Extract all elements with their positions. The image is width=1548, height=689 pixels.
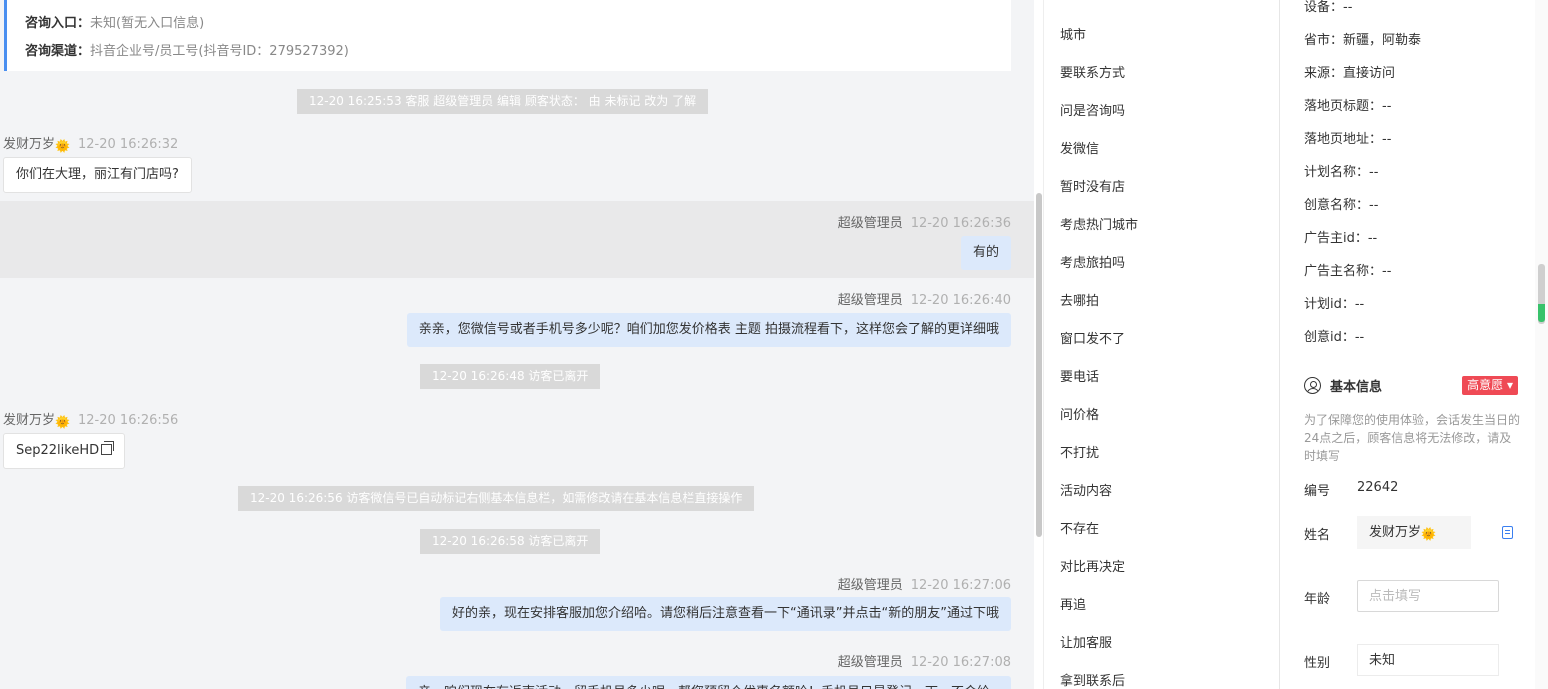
consult-channel-row: 咨询渠道：抖音企业号/员工号(抖音号ID：279527392) — [25, 38, 1011, 66]
name-value: 发财万岁 — [1369, 525, 1422, 540]
quick-reply-item[interactable]: 拿到联系后 — [1060, 670, 1125, 689]
quick-reply-item[interactable]: 问价格 — [1060, 404, 1099, 423]
attr-plan-name: 计划名称：-- — [1304, 165, 1379, 180]
copy-icon[interactable] — [101, 441, 115, 455]
consult-entry-row: 咨询入口：未知(暂无入口信息) — [25, 10, 1011, 38]
basic-info-title: 基本信息 — [1330, 380, 1383, 395]
quick-reply-item[interactable]: 发微信 — [1060, 138, 1099, 157]
outgoing-message-bubble[interactable]: 有的 — [960, 236, 1011, 270]
consult-channel-value: 抖音企业号/员工号(抖音号ID：279527392) — [90, 44, 349, 59]
quick-reply-item[interactable]: 再追 — [1060, 594, 1086, 613]
message-sender: 超级管理员 12-20 16:27:06 — [838, 574, 1011, 593]
gender-select[interactable]: 未知 — [1357, 644, 1499, 676]
age-label: 年龄 — [1304, 592, 1331, 607]
consult-channel-label: 咨询渠道： — [25, 44, 91, 59]
gender-label: 性别 — [1304, 656, 1331, 671]
message-sender: 发财万岁🌞 12-20 16:26:32 — [3, 133, 178, 154]
name-field[interactable]: 发财万岁🌞 — [1357, 516, 1471, 549]
system-message: 12-20 16:26:58 访客已离开 — [420, 529, 601, 554]
chat-panel: 咨询入口：未知(暂无入口信息) 咨询渠道：抖音企业号/员工号(抖音号ID：279… — [0, 0, 1034, 689]
sender-name: 发财万岁 — [3, 413, 56, 428]
quick-reply-item[interactable]: 对比再决定 — [1060, 556, 1125, 575]
sender-name: 发财万岁 — [3, 137, 56, 152]
sender-name: 超级管理员 — [837, 216, 903, 231]
outgoing-message-bubble[interactable]: 亲亲，您微信号或者手机号多少呢？咱们加您发价格表 主题 拍摄流程看下，这样您会了… — [406, 313, 1011, 347]
quick-reply-item[interactable]: 考虑热门城市 — [1060, 214, 1138, 233]
consult-entry-label: 咨询入口： — [25, 16, 91, 31]
attr-device: 设备：-- — [1304, 0, 1353, 15]
consult-entry-value: 未知(暂无入口信息) — [90, 16, 205, 31]
message-time: 12-20 16:26:56 — [78, 413, 179, 428]
sender-name: 超级管理员 — [837, 578, 903, 593]
edit-notice: 为了保障您的使用体验，会话发生当日的24点之后，顾客信息将无法修改，请及时填写 — [1304, 413, 1521, 463]
quick-reply-item[interactable]: 去哪拍 — [1060, 290, 1099, 309]
quick-reply-item[interactable]: 考虑旅拍吗 — [1060, 252, 1125, 271]
system-message: 12-20 16:25:53 客服 超级管理员 编辑 顾客状态： 由 未标记 改… — [297, 89, 709, 114]
incoming-message-bubble[interactable]: Sep22likeHD — [3, 433, 126, 469]
sender-name: 超级管理员 — [837, 655, 903, 670]
attr-plan-id: 计划id：-- — [1304, 297, 1365, 312]
message-time: 12-20 16:27:08 — [910, 655, 1011, 670]
number-value: 22642 — [1357, 480, 1399, 495]
consult-info-card: 咨询入口：未知(暂无入口信息) 咨询渠道：抖音企业号/员工号(抖音号ID：279… — [4, 0, 1011, 71]
chat-scrollbar[interactable] — [1036, 193, 1042, 537]
sun-emoji-icon: 🌞 — [55, 415, 70, 429]
attr-creative-id: 创意id：-- — [1304, 330, 1365, 345]
wechat-id-text: Sep22likeHD — [16, 443, 100, 458]
quick-reply-item[interactable]: 不打扰 — [1060, 442, 1099, 461]
copy-name-icon[interactable] — [1502, 526, 1513, 539]
outgoing-message-bubble[interactable]: 亲，咱们现在有返南活动，留手机号多少呢，帮您预留个优惠名额哈！手机号只是登记一下… — [406, 676, 1011, 689]
quick-reply-item[interactable]: 城市 — [1060, 24, 1086, 43]
age-input[interactable] — [1357, 580, 1499, 612]
scroll-position-indicator — [1538, 304, 1545, 322]
quick-reply-item[interactable]: 窗口发不了 — [1060, 328, 1125, 347]
attr-landing-title: 落地页标题：-- — [1304, 99, 1392, 114]
panel-scrollbar-track — [1535, 0, 1548, 689]
quick-reply-item[interactable]: 要电话 — [1060, 366, 1099, 385]
sun-emoji-icon: 🌞 — [55, 139, 70, 153]
message-time: 12-20 16:27:06 — [910, 578, 1011, 593]
quick-reply-item[interactable]: 不存在 — [1060, 518, 1099, 537]
incoming-message-bubble[interactable]: 你们在大理，丽江有门店吗? — [3, 157, 192, 193]
attr-creative-name: 创意名称：-- — [1304, 198, 1379, 213]
sender-name: 超级管理员 — [837, 293, 903, 308]
attr-source: 来源：直接访问 — [1304, 66, 1396, 81]
quick-reply-item[interactable]: 活动内容 — [1060, 480, 1112, 499]
attr-landing-url: 落地页地址：-- — [1304, 132, 1392, 147]
system-message: 12-20 16:26:48 访客已离开 — [420, 364, 601, 389]
quick-reply-item[interactable]: 让加客服 — [1060, 632, 1112, 651]
message-sender: 超级管理员 12-20 16:27:08 — [838, 651, 1011, 670]
quick-reply-list: 城市 要联系方式 问是咨询吗 发微信 暂时没有店 考虑热门城市 考虑旅拍吗 去哪… — [1043, 0, 1277, 689]
system-message: 12-20 16:26:56 访客微信号已自动标记右侧基本信息栏，如需修改请在基… — [238, 486, 755, 511]
basic-info-header: 基本信息 高意愿 ▾ — [1304, 376, 1518, 396]
message-time: 12-20 16:26:36 — [910, 216, 1011, 231]
quick-reply-item[interactable]: 问是咨询吗 — [1060, 100, 1125, 119]
message-sender: 超级管理员 12-20 16:26:40 — [838, 289, 1011, 308]
attr-advertiser-id: 广告主id：-- — [1304, 231, 1378, 246]
quick-reply-item[interactable]: 暂时没有店 — [1060, 176, 1125, 195]
message-sender: 超级管理员 12-20 16:26:36 — [838, 212, 1011, 231]
intent-level-dropdown[interactable]: 高意愿 ▾ — [1462, 376, 1518, 395]
number-label: 编号 — [1304, 484, 1331, 499]
outgoing-message-bubble[interactable]: 好的亲，现在安排客服加您介绍哈。请您稍后注意查看一下“通讯录”并点击“新的朋友”… — [440, 597, 1011, 631]
attr-advertiser-name: 广告主名称：-- — [1304, 264, 1392, 279]
user-circle-icon — [1304, 377, 1321, 394]
quick-reply-item[interactable]: 要联系方式 — [1060, 62, 1125, 81]
sun-emoji-icon: 🌞 — [1421, 527, 1436, 541]
message-time: 12-20 16:26:32 — [78, 137, 179, 152]
message-time: 12-20 16:26:40 — [910, 293, 1011, 308]
customer-info-panel: 设备：-- 省市：新疆，阿勒泰 来源：直接访问 落地页标题：-- 落地页地址：-… — [1279, 0, 1535, 689]
name-label: 姓名 — [1304, 528, 1331, 543]
attr-province-city: 省市：新疆，阿勒泰 — [1304, 33, 1422, 48]
message-sender: 发财万岁🌞 12-20 16:26:56 — [3, 409, 178, 430]
